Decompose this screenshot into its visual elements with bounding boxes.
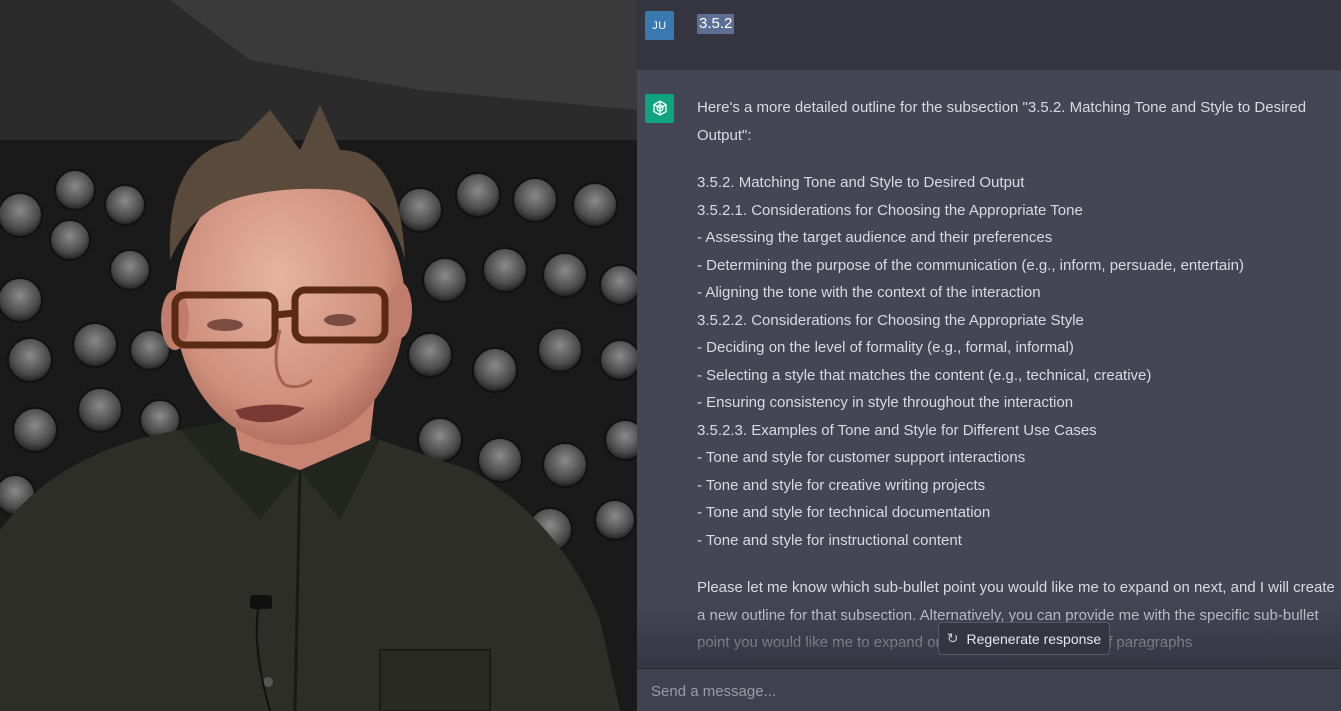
user-message-row: JU 3.5.2 (637, 0, 1341, 70)
outline-line: - Tone and style for technical documenta… (697, 504, 991, 521)
chat-panel: JU 3.5.2 Here's a more detailed outline … (637, 0, 1341, 711)
outline-line: - Tone and style for creative writing pr… (697, 476, 986, 494)
assistant-intro-text: Here's a more detailed outline for the s… (697, 99, 1307, 144)
refresh-icon: ↻ (946, 630, 959, 646)
openai-logo-icon (645, 94, 674, 123)
outline-line: - Ensuring consistency in style througho… (697, 394, 1074, 411)
user-avatar: JU (645, 11, 674, 40)
outline-line: - Assessing the target audience and thei… (697, 229, 1053, 246)
outline-line: - Deciding on the level of formality (e.… (697, 339, 1074, 356)
message-input[interactable] (649, 679, 1293, 703)
regenerate-label: Regenerate response (966, 630, 1102, 647)
message-input-box[interactable] (637, 668, 1341, 711)
outline-line: - Tone and style for instructional conte… (697, 531, 962, 549)
outline-line: - Aligning the tone with the context of … (697, 284, 1041, 301)
outline-line: - Tone and style for customer support in… (697, 449, 1026, 466)
regenerate-response-button[interactable]: ↻ Regenerate response (938, 622, 1110, 655)
outline-line: - Determining the purpose of the communi… (697, 256, 1244, 274)
outline-list: 3.5.2. Matching Tone and Style to Desire… (697, 169, 1337, 554)
webcam-video-feed (0, 0, 637, 711)
presenter-video-image (0, 0, 637, 711)
outline-line: 3.5.2.2. Considerations for Choosing the… (697, 311, 1084, 329)
assistant-message-body: Here's a more detailed outline for the s… (697, 94, 1337, 657)
outline-line: 3.5.2.1. Considerations for Choosing the… (697, 201, 1083, 219)
outline-line: - Selecting a style that matches the con… (697, 366, 1152, 384)
outline-line: 3.5.2. Matching Tone and Style to Desire… (697, 174, 1025, 191)
user-message-text: 3.5.2 (697, 14, 735, 34)
outline-line: 3.5.2.3. Examples of Tone and Style for … (697, 421, 1097, 439)
